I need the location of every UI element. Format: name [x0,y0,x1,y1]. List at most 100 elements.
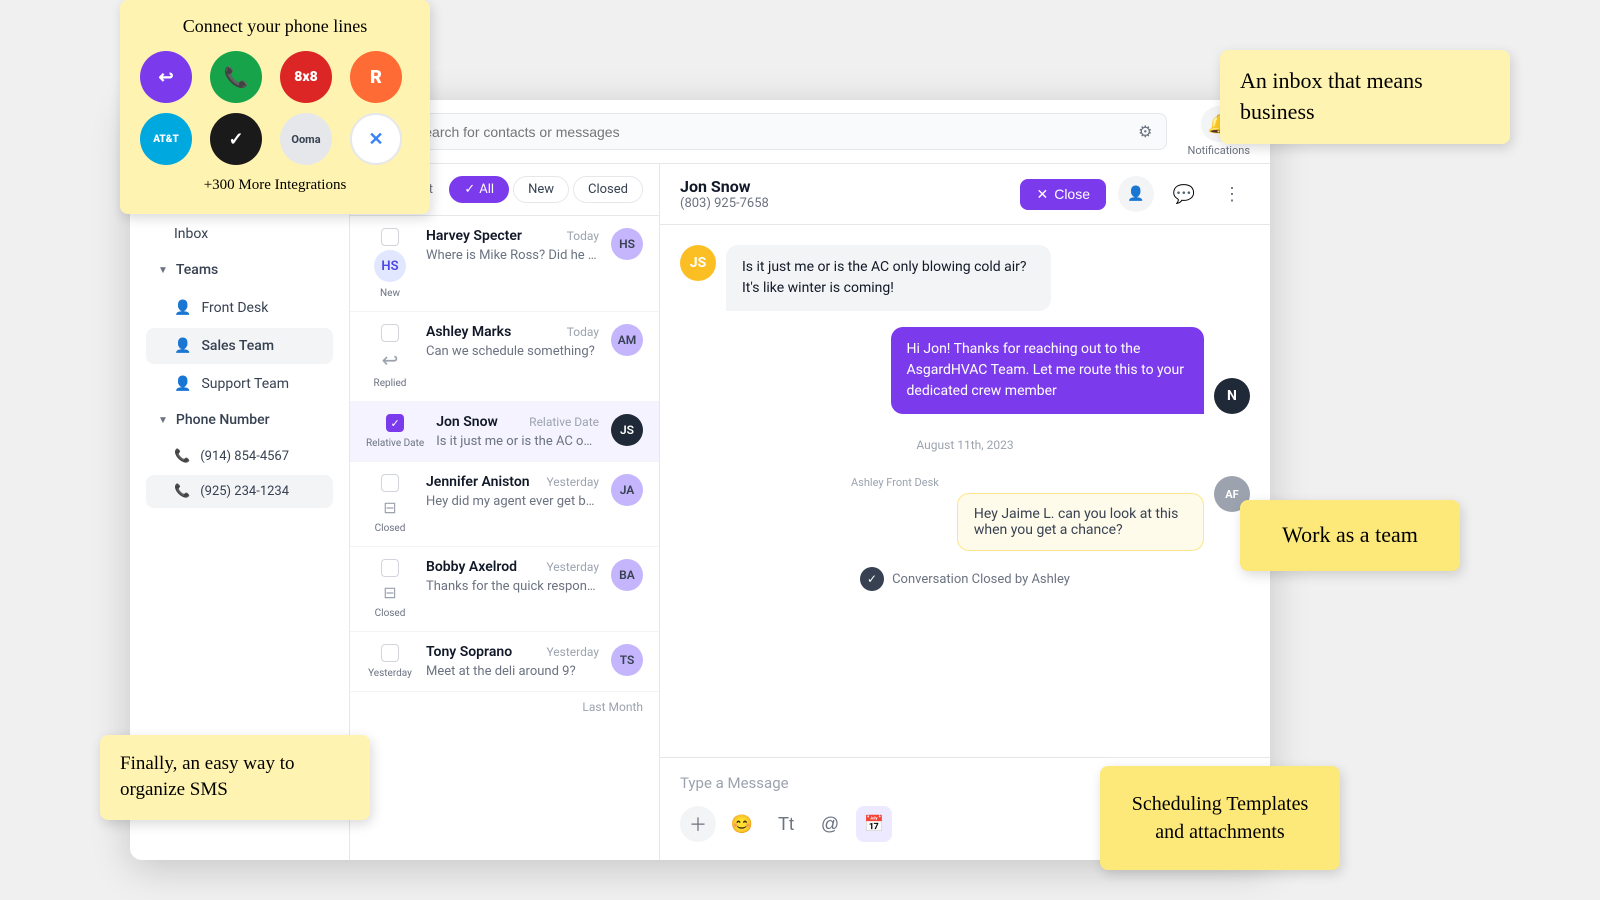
notifications-label: Notifications [1187,144,1250,157]
conv-item-jon[interactable]: ✓ Relative Date Jon Snow Relative Date I… [350,402,659,462]
contact-name: Jon Snow [680,177,769,196]
more-options-button[interactable]: ⋮ [1214,176,1250,212]
detail-actions: ✕ Close 👤 💬 ⋮ [1020,176,1250,212]
filter-closed[interactable]: Closed [573,176,643,203]
sticky-note-work: Work as a team [1240,500,1460,571]
conv-preview-ashley: Can we schedule something? [426,344,599,359]
integrations-panel: Connect your phone lines ↩ 📞 8x8 R AT&T … [120,0,430,214]
conv-item-ashley[interactable]: ↩ Replied Ashley Marks Today Can we sche… [350,312,659,402]
calendar-button[interactable]: 📅 [856,806,892,842]
sticky-note-inbox: An inbox that means business [1220,50,1510,144]
conv-time-harvey: Today [567,229,599,243]
conv-preview-tony: Meet at the deli around 9? [426,664,599,679]
filter-new[interactable]: New [513,176,569,203]
sidebar-section: ▲ My Inbox Inbox ▼ Teams 👤 Front Desk 👤 … [130,180,349,508]
message-received-1: JS Is it just me or is the AC only blowi… [680,245,1051,311]
chat-icon-button[interactable]: 💬 [1166,176,1202,212]
conv-name-ashley: Ashley Marks [426,324,511,340]
search-input[interactable] [415,124,1128,140]
sticky-note-organize: Finally, an easy way to organize SMS [100,735,370,820]
sidebar-item-sales-team[interactable]: 👤 Sales Team [146,328,333,364]
logo-grid: ↩ 📞 8x8 R AT&T ✓ Ooma ✕ [140,51,410,165]
conv-avatar-pic-tony: TS [611,644,643,676]
conv-name-harvey: Harvey Specter [426,228,522,244]
sidebar-phone-number[interactable]: ▼ Phone Number [146,404,333,436]
conv-preview-bobby: Thanks for the quick response! [426,579,599,594]
add-attachment-button[interactable]: ＋ [680,806,716,842]
date-divider: August 11th, 2023 [680,438,1250,452]
conv-item-harvey[interactable]: HS New Harvey Specter Today Where is Mik… [350,216,659,312]
emoji-button[interactable]: 😊 [724,806,760,842]
conv-status-bobby: Closed [375,608,406,619]
conv-name-bobby: Bobby Axelrod [426,559,517,575]
conv-checkbox-jon[interactable]: ✓ [386,414,404,432]
bubble-sent-1: Hi Jon! Thanks for reaching out to the A… [891,327,1205,414]
conv-time-bobby: Yesterday [546,560,599,574]
close-icon: ✕ [1036,186,1048,203]
closed-box-icon-jennifer: ⊟ [383,498,396,517]
closed-text: Conversation Closed by Ashley [892,572,1070,587]
last-month-label: Last Month [350,692,659,722]
google-voice-logo: 📞 [210,51,262,103]
conv-status-harvey: New [380,288,400,299]
conv-avatar-pic-jon: JS [611,414,643,446]
sidebar-item-front-desk[interactable]: 👤 Front Desk [146,290,333,326]
conv-item-tony[interactable]: Yesterday Tony Soprano Yesterday Meet at… [350,632,659,692]
internal-note-container: Ashley Front Desk Hey Jaime L. can you l… [680,476,1250,551]
verizon-logo: ✓ [210,113,262,165]
person-icon-sales: 👤 [174,338,191,354]
conv-checkbox-jennifer[interactable] [381,474,399,492]
sidebar-item-support-team[interactable]: 👤 Support Team [146,366,333,402]
dialpad-logo: ↩ [140,51,192,103]
conv-closed-message: ✓ Conversation Closed by Ashley [680,567,1250,591]
integrations-title: Connect your phone lines [140,16,410,37]
conv-name-jon: Jon Snow [436,414,498,430]
conv-avatar-pic-bobby: BA [611,559,643,591]
conv-items: HS New Harvey Specter Today Where is Mik… [350,216,659,860]
conv-preview-harvey: Where is Mike Ross? Did he call in sick … [426,248,599,263]
agent-sent-avatar: N [1214,378,1250,414]
sidebar-teams[interactable]: ▼ Teams [146,254,333,286]
conv-checkbox-tony[interactable] [381,644,399,662]
conv-checkbox-ashley[interactable] [381,324,399,342]
conv-time-badge-jon: Relative Date [366,438,424,449]
closed-check-icon: ✓ [860,567,884,591]
integrations-more: +300 More Integrations [140,177,410,194]
sidebar-phone2[interactable]: 📞 (925) 234-1234 [146,475,333,508]
replied-icon: ↩ [382,348,399,372]
conv-avatar-pic-harvey: HS [611,228,643,260]
sidebar-item-inbox[interactable]: Inbox [146,216,333,252]
close-conversation-button[interactable]: ✕ Close [1020,179,1106,210]
search-bar[interactable]: 🔍 ⚙ [370,113,1167,150]
conv-time-badge-tony: Yesterday [368,668,412,679]
phone-icon-2: 📞 [174,484,190,499]
conv-status-jennifer: Closed [375,523,406,534]
filter-tabs: ✓ All New Closed [449,176,643,203]
ooma-logo: Ooma [280,113,332,165]
conv-checkbox-harvey[interactable] [381,228,399,246]
person-icon-support: 👤 [174,376,191,392]
conv-name-tony: Tony Soprano [426,644,512,660]
conversation-list: ⇅ Sort ✓ All New Closed [350,100,660,860]
conv-time-jennifer: Yesterday [546,475,599,489]
conv-preview-jon: Is it just me or is the AC only blowing … [436,434,599,449]
conv-name-jennifer: Jennifer Aniston [426,474,530,490]
conv-detail-header: Jon Snow (803) 925-7658 ✕ Close 👤 💬 ⋮ [660,164,1270,225]
sticky-note-scheduling: Scheduling Templates and attachments [1100,766,1340,870]
conv-item-jennifer[interactable]: ⊟ Closed Jennifer Aniston Yesterday Hey … [350,462,659,547]
chevron-down-icon: ▼ [158,265,168,276]
8x8-logo: 8x8 [280,51,332,103]
message-sent-1: Hi Jon! Thanks for reaching out to the A… [680,327,1250,414]
conv-avatar-pic-jennifer: JA [611,474,643,506]
conv-checkbox-bobby[interactable] [381,559,399,577]
person-icon: 👤 [174,300,191,316]
text-format-button[interactable]: Tt [768,806,804,842]
teams-label: Teams [176,262,218,278]
contact-info: Jon Snow (803) 925-7658 [680,177,769,211]
filter-icon[interactable]: ⚙ [1138,122,1152,141]
filter-all[interactable]: ✓ All [449,176,509,203]
conv-item-bobby[interactable]: ⊟ Closed Bobby Axelrod Yesterday Thanks … [350,547,659,632]
phone-icon-1: 📞 [174,449,190,464]
sidebar-phone1[interactable]: 📞 (914) 854-4567 [146,440,333,473]
mention-button[interactable]: @ [812,806,848,842]
